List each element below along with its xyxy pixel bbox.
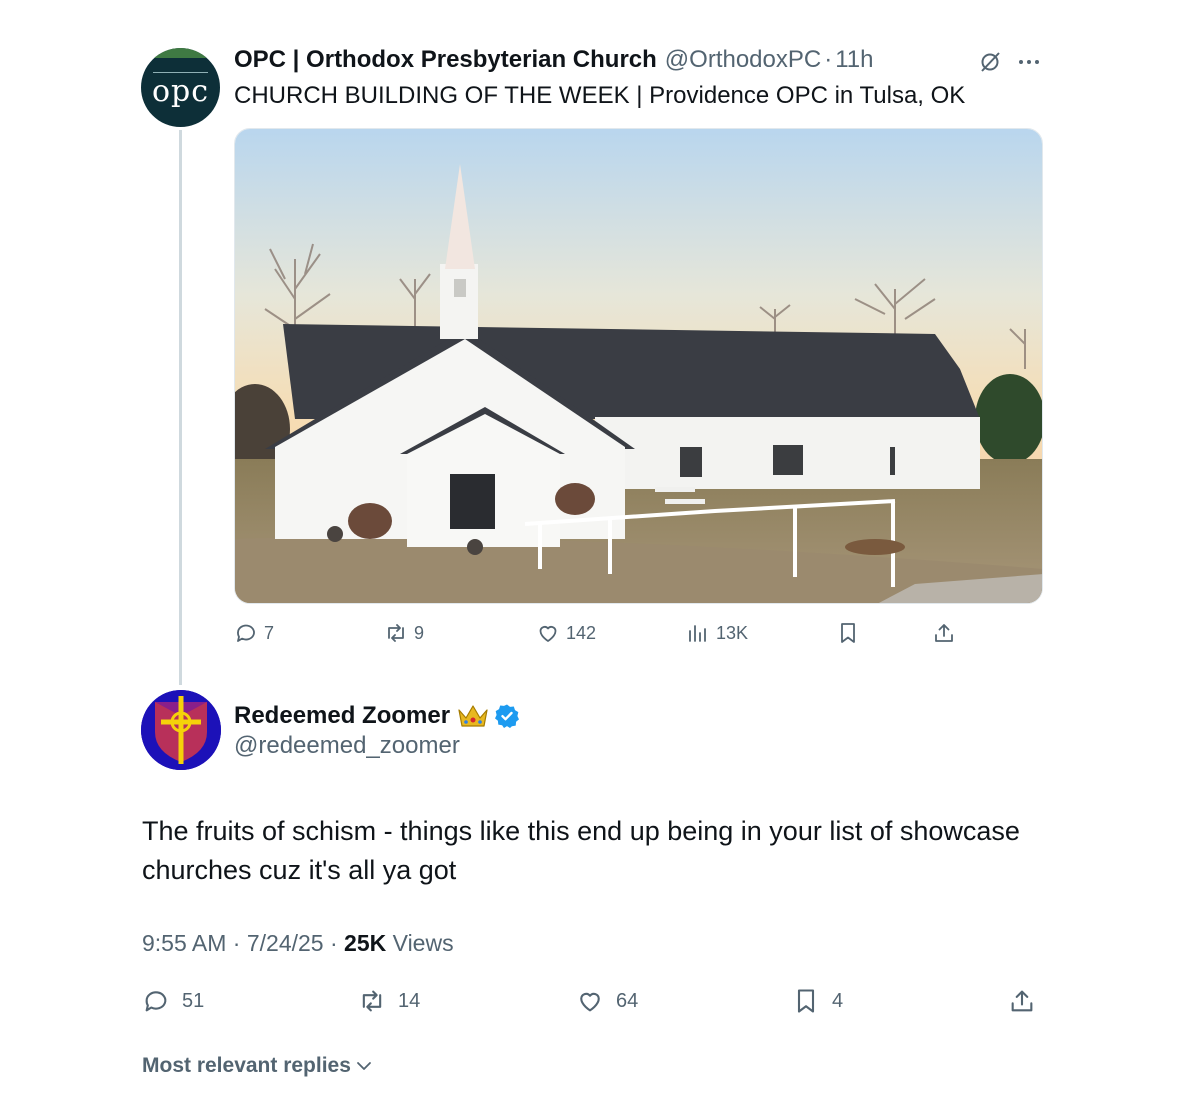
replies-sort-label: Most relevant replies <box>142 1054 351 1077</box>
bookmark-icon <box>841 623 855 643</box>
crown-icon <box>458 705 488 727</box>
main-handle[interactable]: @redeemed_zoomer <box>234 732 460 760</box>
main-bookmark-button[interactable]: 4 <box>792 984 843 1018</box>
main-like-count: 64 <box>616 989 639 1012</box>
main-bookmark-count: 4 <box>832 989 844 1012</box>
parent-like-button[interactable]: 142 <box>536 618 596 648</box>
main-tweet-views-count: 25K <box>344 930 387 956</box>
avatar-opc[interactable]: opc <box>141 48 220 127</box>
parent-repost-button[interactable]: 9 <box>384 618 424 648</box>
thread-connector-line <box>179 130 182 685</box>
parent-reply-button[interactable]: 7 <box>234 618 274 648</box>
bookmark-icon <box>797 989 815 1013</box>
main-display-name[interactable]: Redeemed Zoomer <box>234 702 450 730</box>
chevron-down-icon <box>357 1062 371 1070</box>
main-reply-button[interactable]: 51 <box>142 984 204 1018</box>
main-reply-count: 51 <box>182 989 205 1012</box>
avatar-redeemed-zoomer[interactable] <box>141 690 221 770</box>
parent-bookmark-button[interactable] <box>836 618 860 648</box>
replies-sort-dropdown[interactable]: Most relevant replies <box>142 1054 373 1078</box>
main-tweet-date[interactable]: 7/24/25 <box>247 930 324 956</box>
views-icon <box>689 625 706 642</box>
main-share-button[interactable] <box>1008 984 1036 1018</box>
avatar-opc-logo-text: opc <box>151 74 210 109</box>
share-icon <box>935 624 953 642</box>
verified-icon[interactable] <box>494 703 520 729</box>
meta-separator-1: · <box>232 930 241 956</box>
main-like-button[interactable]: 64 <box>576 984 638 1018</box>
parent-timestamp[interactable]: 11h <box>835 46 873 74</box>
main-tweet-meta: 9:55 AM · 7/24/25 · 25K Views <box>142 930 454 957</box>
shield-cross-icon <box>141 690 221 770</box>
main-tweet-name-row: Redeemed Zoomer <box>234 698 520 734</box>
like-icon <box>539 626 557 642</box>
parent-display-name[interactable]: OPC | Orthodox Presbyterian Church <box>234 46 657 74</box>
avatar-opc-rule <box>153 72 208 73</box>
like-icon <box>580 992 600 1012</box>
main-tweet-time[interactable]: 9:55 AM <box>142 930 226 956</box>
parent-reply-count: 7 <box>264 622 275 643</box>
reply-icon <box>237 624 255 642</box>
more-icon[interactable] <box>1016 50 1042 74</box>
parent-views-button[interactable]: 13K <box>686 618 748 648</box>
avatar-opc-cap <box>141 48 220 58</box>
parent-like-count: 142 <box>566 622 597 643</box>
main-repost-button[interactable]: 14 <box>358 984 420 1018</box>
parent-tweet-photo[interactable] <box>234 128 1043 604</box>
reply-icon <box>145 991 167 1012</box>
parent-separator: · <box>824 46 833 73</box>
main-tweet-views-label: Views <box>392 930 454 956</box>
grok-icon[interactable] <box>978 50 1002 74</box>
main-repost-count: 14 <box>398 989 421 1012</box>
church-photo-illustration <box>235 129 1042 603</box>
main-tweet-text: The fruits of schism - things like this … <box>142 816 1020 885</box>
parent-share-button[interactable] <box>932 618 956 648</box>
meta-separator-2: · <box>329 930 338 956</box>
main-tweet-actions: 51 14 64 4 <box>142 984 1042 1018</box>
repost-icon <box>388 624 404 642</box>
parent-handle[interactable]: @OrthodoxPC <box>665 46 821 74</box>
repost-icon <box>362 990 382 1012</box>
parent-tweet-text: CHURCH BUILDING OF THE WEEK | Providence… <box>234 82 966 109</box>
parent-view-count: 13K <box>716 622 749 643</box>
parent-tweet-actions: 7 9 142 13K <box>234 618 964 648</box>
parent-tweet-header: OPC | Orthodox Presbyterian Church @Orth… <box>234 44 873 76</box>
share-icon <box>1011 990 1033 1012</box>
parent-repost-count: 9 <box>414 622 425 643</box>
